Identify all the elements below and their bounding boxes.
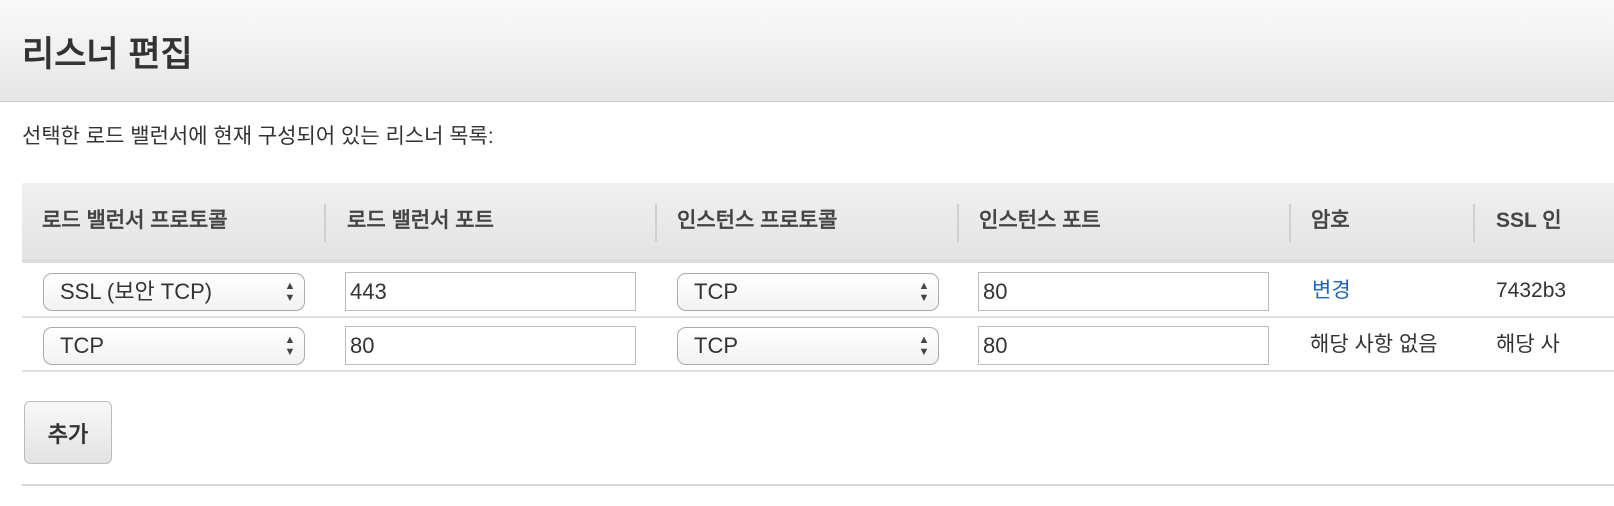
lb-protocol-select[interactable]: SSL (보안 TCP) ▲ ▼ — [43, 273, 305, 311]
select-arrows-icon: ▲ ▼ — [284, 280, 296, 304]
title-bar: 리스너 편집 — [0, 0, 1614, 102]
page-title: 리스너 편집 — [22, 35, 193, 74]
column-divider — [1289, 204, 1291, 242]
add-listener-button[interactable]: 추가 — [24, 401, 112, 464]
instance-protocol-select[interactable]: TCP ▲ ▼ — [677, 327, 939, 365]
col-lb-port: 로드 밸런서 포트 — [347, 209, 494, 232]
col-instance-protocol: 인스턴스 프로토콜 — [677, 209, 838, 232]
lb-protocol-select[interactable]: TCP ▲ ▼ — [43, 327, 305, 365]
select-arrows-icon: ▲ ▼ — [918, 280, 930, 304]
listener-list-description: 선택한 로드 밸런서에 현재 구성되어 있는 리스너 목록: — [22, 125, 494, 148]
lb-port-input[interactable]: 443 — [345, 272, 636, 311]
divider — [22, 484, 1614, 486]
instance-protocol-select[interactable]: TCP ▲ ▼ — [677, 273, 939, 311]
select-arrows-icon: ▲ ▼ — [918, 334, 930, 358]
selected-value: TCP — [60, 333, 104, 358]
cipher-change-link[interactable]: 변경 — [1312, 264, 1351, 318]
col-lb-protocol: 로드 밸런서 프로토콜 — [42, 209, 228, 232]
table-header: 로드 밸런서 프로토콜 로드 밸런서 포트 인스턴스 프로토콜 인스턴스 포트 … — [22, 183, 1614, 263]
select-arrows-icon: ▲ ▼ — [284, 334, 296, 358]
lb-port-input[interactable]: 80 — [345, 326, 636, 365]
ssl-certificate: 7432b3 — [1496, 279, 1567, 302]
instance-port-input[interactable]: 80 — [978, 272, 1269, 311]
selected-value: SSL (보안 TCP) — [60, 279, 213, 304]
column-divider — [655, 204, 657, 242]
cipher-value: 해당 사항 없음 — [1310, 333, 1438, 356]
selected-value: TCP — [694, 279, 738, 304]
col-instance-port: 인스턴스 포트 — [979, 209, 1101, 232]
column-divider — [957, 204, 959, 242]
table-row: SSL (보안 TCP) ▲ ▼ 443 TCP ▲ ▼ 80 변경 7432b3 — [22, 264, 1614, 318]
col-cipher: 암호 — [1311, 209, 1350, 232]
column-divider — [1473, 204, 1475, 242]
selected-value: TCP — [694, 333, 738, 358]
table-row: TCP ▲ ▼ 80 TCP ▲ ▼ 80 해당 사항 없음 해당 사 — [22, 318, 1614, 372]
col-ssl: SSL 인 — [1496, 209, 1562, 232]
column-divider — [324, 204, 326, 242]
ssl-certificate: 해당 사 — [1496, 333, 1560, 356]
instance-port-input[interactable]: 80 — [978, 326, 1269, 365]
